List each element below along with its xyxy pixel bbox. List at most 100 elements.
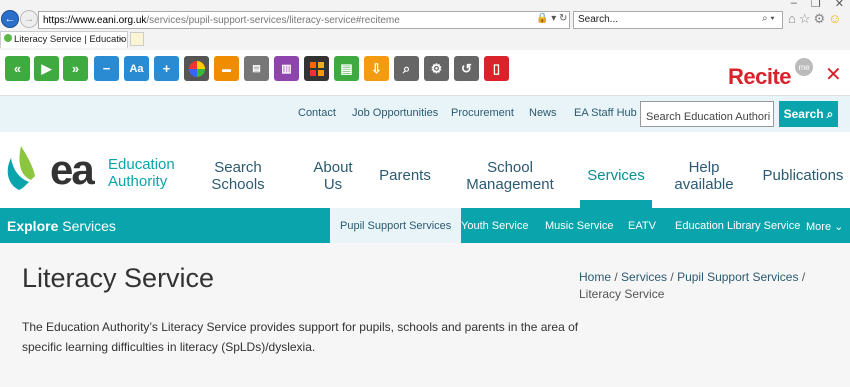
page-title: Literacy Service	[22, 263, 215, 293]
recite-toolbar: « ▶ » − Aa + ▬ ▤ ▥ ▤ ⇩ ⌕ ⚙ ↺ ▯ Recite me…	[0, 50, 850, 96]
nav-services[interactable]: Services	[580, 167, 652, 184]
screen-mask-icon[interactable]: ▤	[244, 56, 269, 81]
brand-ea[interactable]: ea	[50, 149, 95, 191]
back-button[interactable]: ←	[1, 10, 19, 28]
feedback-smiley-icon[interactable]: ☺	[828, 11, 841, 27]
util-link-procurement[interactable]: Procurement	[451, 107, 514, 119]
nav-publications[interactable]: Publications	[760, 167, 846, 184]
translate-icon[interactable]	[304, 56, 329, 81]
breadcrumb-pupil-support[interactable]: Pupil Support Services	[677, 270, 798, 284]
ea-logo-icon[interactable]	[5, 140, 48, 192]
tab-close-icon[interactable]: ×	[118, 34, 124, 45]
plus-icon[interactable]: +	[154, 56, 179, 81]
search-icon[interactable]: ⌕	[394, 56, 419, 81]
window-controls: – ❐ ✕	[791, 0, 844, 10]
browser-search-icon[interactable]: ⌕ ▾	[762, 13, 775, 24]
browser-tab[interactable]: Literacy Service | Education A... ×	[0, 31, 128, 48]
settings-gear-icon[interactable]: ⚙	[814, 11, 826, 27]
breadcrumb-services[interactable]: Services	[621, 270, 667, 284]
nav-help-available[interactable]: Help available	[671, 159, 737, 193]
forward-button[interactable]: →	[20, 10, 38, 28]
browser-chrome: – ❐ ✕ ← → https://www.eani.org.uk/servic…	[0, 0, 850, 50]
lock-refresh-icons[interactable]: 🔒 ▾ ↻	[536, 13, 567, 24]
site-search-button[interactable]: Search ⌕	[779, 101, 838, 127]
minus-icon[interactable]: −	[94, 56, 119, 81]
download-icon[interactable]: ⇩	[364, 56, 389, 81]
nav-label: Us	[323, 176, 343, 193]
restore-icon[interactable]: ❐	[811, 0, 821, 10]
address-path: /services/pupil-support-services/literac…	[146, 14, 400, 26]
fast-forward-icon[interactable]: »	[63, 56, 88, 81]
browser-search-input[interactable]: Search...	[573, 11, 783, 29]
color-wheel-icon[interactable]	[184, 56, 209, 81]
subnav-youth-service[interactable]: Youth Service	[461, 220, 528, 232]
settings-icon[interactable]: ⚙	[424, 56, 449, 81]
minimize-icon[interactable]: –	[791, 0, 797, 10]
nav-about-us[interactable]: About Us	[306, 159, 360, 193]
favorites-icon[interactable]: ☆	[799, 11, 811, 27]
main-navigation: ea Education Authority Search Schools Ab…	[0, 132, 850, 208]
favicon-icon	[4, 34, 12, 42]
nav-label: School	[487, 159, 533, 176]
breadcrumb-sep: /	[801, 270, 806, 284]
site-search-label: Search	[783, 107, 824, 121]
breadcrumb-current: Literacy Service	[579, 287, 665, 301]
play-icon[interactable]: ▶	[34, 56, 59, 81]
subnav-eatv[interactable]: EATV	[628, 220, 656, 232]
subnav-library-service[interactable]: Education Library Service	[675, 220, 800, 232]
breadcrumb: Home / Services / Pupil Support Services…	[579, 269, 831, 303]
close-window-icon[interactable]: ✕	[835, 0, 844, 10]
nav-label: Help	[688, 159, 720, 176]
new-tab-button[interactable]	[130, 32, 144, 46]
dictionary-icon[interactable]: ▥	[274, 56, 299, 81]
util-link-staff-hub[interactable]: EA Staff Hub	[574, 107, 637, 119]
nav-school-management[interactable]: School Management	[460, 159, 560, 193]
util-link-contact[interactable]: Contact	[298, 107, 336, 119]
nav-label: Schools	[211, 176, 265, 193]
nav-search-schools[interactable]: Search Schools	[206, 159, 270, 193]
brand-line1: Education	[108, 156, 175, 173]
home-icon[interactable]: ⌂	[788, 11, 796, 27]
brand-line2: Authority	[108, 173, 168, 190]
intro-paragraph: The Education Authority’s Literacy Servi…	[22, 320, 579, 354]
nav-label: Management	[466, 176, 554, 193]
explore-bold: Explore	[7, 218, 59, 234]
nav-label: Services	[587, 167, 645, 184]
address-host: https://www.eani.org.uk	[43, 14, 147, 26]
tab-title: Literacy Service | Education A...	[14, 34, 128, 45]
ruler-icon[interactable]: ▬	[214, 56, 239, 81]
explore-services-bar: Explore Services Pupil Support Services …	[0, 208, 850, 243]
recite-me-badge: me	[795, 58, 813, 76]
document-icon[interactable]: ▤	[334, 56, 359, 81]
nav-label: Publications	[762, 167, 844, 184]
address-bar[interactable]: https://www.eani.org.uk/services/pupil-s…	[38, 11, 570, 29]
site-search-input[interactable]: Search Education Authori	[640, 101, 774, 127]
subnav-more[interactable]: More ⌄	[806, 220, 843, 233]
explore-label: Explore Services	[7, 218, 116, 234]
reset-icon[interactable]: ↺	[454, 56, 479, 81]
utility-bar: Contact Job Opportunities Procurement Ne…	[0, 96, 850, 132]
chevron-down-icon: ⌄	[834, 221, 844, 233]
more-label: More	[806, 221, 832, 233]
nav-label: About	[313, 159, 353, 176]
nav-label: Parents	[379, 167, 431, 184]
breadcrumb-home[interactable]: Home	[579, 270, 611, 284]
page-content: Literacy Service Home / Services / Pupil…	[0, 243, 850, 387]
explore-rest: Services	[58, 218, 116, 234]
nav-label: available	[674, 176, 734, 193]
browser-toolbar-icons: ⌂ ☆ ⚙ ☺	[788, 11, 841, 27]
active-nav-indicator	[580, 200, 652, 208]
brand-name[interactable]: Education Authority	[108, 156, 175, 190]
font-icon[interactable]: Aa	[124, 56, 149, 81]
recite-logo: Recite	[728, 64, 792, 89]
nav-label: Search	[214, 159, 262, 176]
util-link-jobs[interactable]: Job Opportunities	[352, 107, 438, 119]
util-link-news[interactable]: News	[529, 107, 557, 119]
rewind-icon[interactable]: «	[5, 56, 30, 81]
subnav-pupil-support[interactable]: Pupil Support Services	[330, 208, 462, 243]
magnifier-icon: ⌕	[826, 106, 834, 121]
recite-close-icon[interactable]: ✕	[825, 62, 842, 87]
subnav-music-service[interactable]: Music Service	[545, 220, 613, 232]
pdf-icon[interactable]: ▯	[484, 56, 509, 81]
nav-parents[interactable]: Parents	[372, 167, 438, 184]
